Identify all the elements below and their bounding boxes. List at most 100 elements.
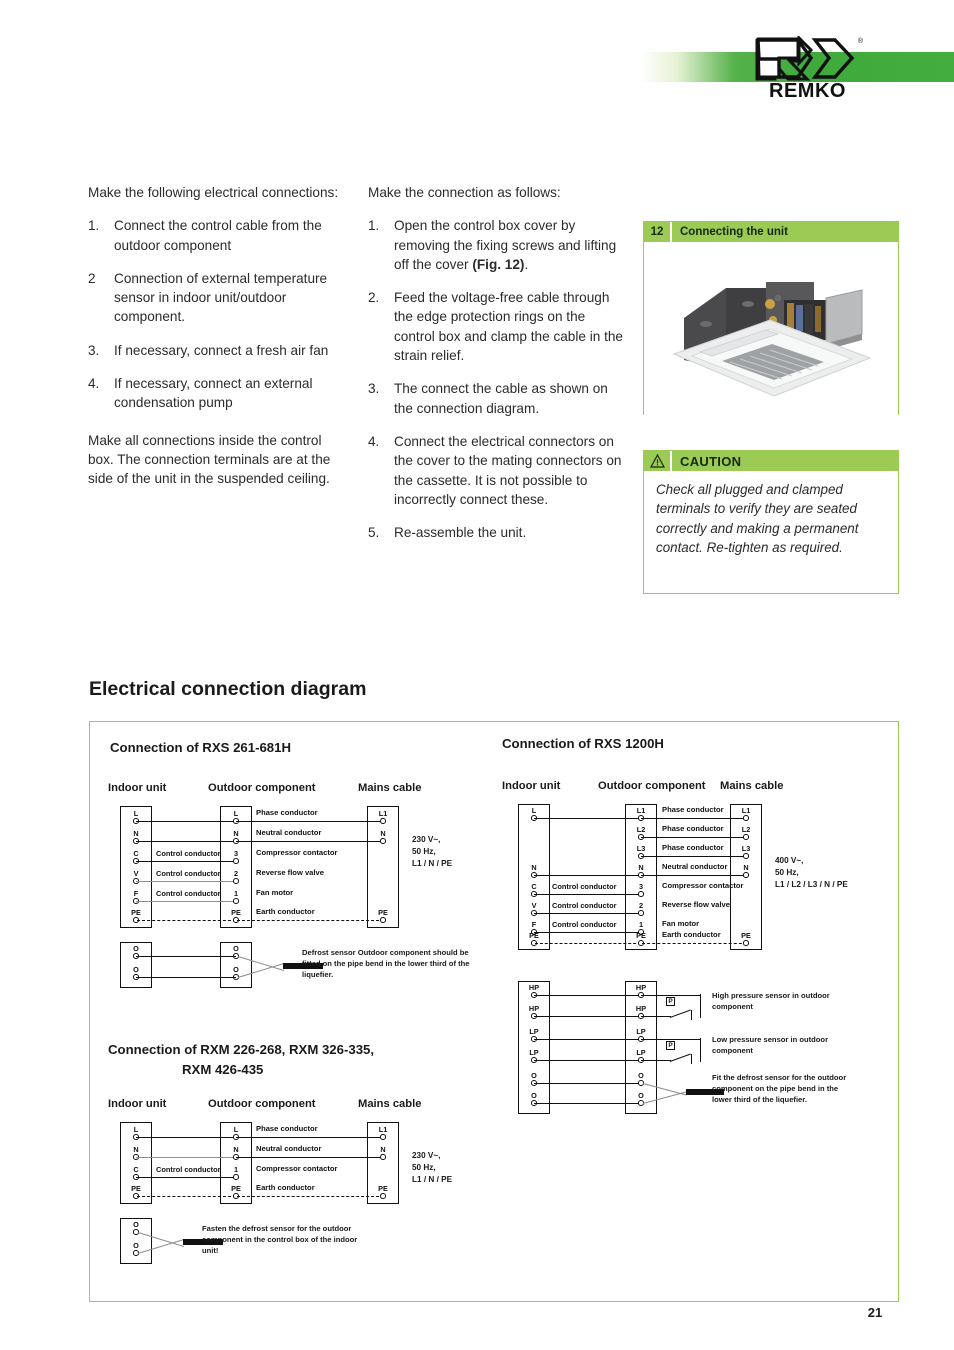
list-number: 2. [368, 290, 380, 306]
list-item: 1. Connect the control cable from the ou… [88, 216, 344, 255]
earth-wire [137, 1196, 236, 1197]
terminal-dot [743, 940, 749, 946]
left-intro: Make the following electrical connection… [88, 185, 339, 200]
caution-text: Check all plugged and clamped terminals … [656, 482, 859, 556]
wire [136, 1156, 236, 1158]
function-label: Phase conductor [662, 824, 724, 833]
terminal-dot [638, 891, 644, 897]
page-header: ® REMKO [0, 0, 954, 130]
terminal-label: V [133, 869, 139, 878]
supply-spec: 230 V~, 50 Hz, L1 / N / PE [412, 835, 453, 868]
terminal-dot [233, 858, 239, 864]
figure-reference: (Fig. 12) [472, 256, 525, 272]
wire [641, 1038, 701, 1040]
figure-header: 12 Connecting the unit [644, 222, 898, 242]
list-item: 1. Open the control box cover by removin… [368, 216, 626, 274]
terminal-dot [380, 1134, 386, 1140]
function-label: Earth conductor [256, 1183, 315, 1192]
list-item: 2 Connection of external temperature sen… [88, 269, 344, 327]
control-conductor-label: Control conductor [156, 869, 221, 878]
terminal-label: N [133, 1145, 139, 1154]
function-label: Neutral conductor [256, 1144, 322, 1153]
terminal-dot [743, 853, 749, 859]
wire [534, 1015, 641, 1017]
terminal-dot [380, 1193, 386, 1199]
terminal-label: PE [741, 931, 751, 940]
logo-wordmark: REMKO [769, 80, 846, 102]
wire [136, 976, 236, 978]
diagram-title-rxs1200: Connection of RXS 1200H [502, 736, 664, 751]
wire [236, 820, 384, 822]
wire [534, 912, 641, 914]
terminal-label: N [638, 863, 644, 872]
switch-pole [691, 1054, 693, 1064]
diagram-title-rxs261: Connection of RXS 261-681H [110, 740, 291, 755]
switch-pole [691, 1010, 693, 1020]
wire [136, 840, 236, 842]
terminal-label: C [133, 1165, 139, 1174]
wire [700, 1038, 702, 1062]
terminal-dot [380, 917, 386, 923]
header-outdoor-c: Outdoor component [598, 780, 706, 792]
terminal-label: L [133, 809, 139, 818]
terminal-label: HP [635, 1004, 647, 1013]
caution-box: CAUTION Check all plugged and clamped te… [643, 450, 899, 594]
earth-wire [137, 920, 236, 921]
list-item: 3. If necessary, connect a fresh air fan [88, 341, 344, 360]
terminal-label: N [233, 1145, 239, 1154]
low-pressure-sensor-note: Low pressure sensor in outdoor component [712, 1035, 829, 1055]
terminal-label: L1 [378, 809, 388, 818]
terminal-label: PE [378, 908, 388, 917]
wire [136, 955, 236, 957]
wiring-diagram-rxm226: L L Phase conductor L1 N N Neutral condu… [90, 1118, 510, 1288]
column-middle: Make the connection as follows: 1. Open … [368, 183, 626, 556]
terminal-label: O [233, 944, 239, 953]
list-number: 1. [368, 218, 380, 234]
list-text: Feed the voltage-free cable through the … [394, 290, 623, 364]
terminal-label: 1 [233, 889, 239, 898]
terminal-label: L [531, 806, 537, 815]
terminal-label: N [380, 1145, 386, 1154]
control-conductor-label: Control conductor [552, 882, 617, 891]
page-title: Electrical connection diagram [89, 678, 367, 700]
wire [236, 1136, 384, 1138]
function-label: Fan motor [662, 919, 700, 928]
function-label: Earth conductor [662, 930, 721, 939]
wire [534, 1102, 641, 1104]
wire [641, 1015, 671, 1017]
switch-contact [669, 1053, 691, 1063]
terminal-label: C [531, 882, 537, 891]
terminal-label: N [233, 829, 239, 838]
terminal-label: L3 [636, 844, 646, 853]
remko-logo: ® REMKO [755, 34, 863, 110]
terminal-label: LP [529, 1048, 539, 1057]
terminal-label: N [743, 863, 749, 872]
defrost-sensor-note: Fit the defrost sensor for the outdoor c… [712, 1073, 847, 1104]
terminal-label: PE [378, 1184, 388, 1193]
registered-mark: ® [857, 38, 863, 45]
terminal-label: HP [528, 983, 540, 992]
terminal-label: N [380, 829, 386, 838]
header-outdoor-a: Outdoor component [208, 782, 316, 794]
list-text: The connect the cable as shown on the co… [394, 381, 608, 416]
caution-header: CAUTION [644, 451, 898, 471]
function-label: Compressor contactor [256, 848, 338, 857]
wire [641, 855, 747, 857]
control-conductor-label: Control conductor [156, 889, 221, 898]
figure-number: 12 [644, 222, 670, 242]
control-conductor-label: Control conductor [156, 1165, 221, 1174]
terminal-label: 2 [233, 869, 239, 878]
terminal-label: PE [636, 931, 646, 940]
terminal-label: O [638, 1071, 644, 1080]
terminal-label: O [233, 965, 239, 974]
terminal-label: 1 [233, 1165, 239, 1174]
terminal-label: O [531, 1091, 537, 1100]
supply-spec: 230 V~, 50 Hz, L1 / N / PE [412, 1151, 453, 1184]
header-mains-b: Mains cable [358, 1098, 422, 1110]
list-number: 3. [88, 342, 100, 358]
logo-mark-icon: ® [755, 34, 863, 82]
terminal-label: PE [529, 931, 539, 940]
header-indoor-b: Indoor unit [108, 1098, 167, 1110]
list-number: 3. [368, 381, 380, 397]
control-conductor-label: Control conductor [156, 849, 221, 858]
